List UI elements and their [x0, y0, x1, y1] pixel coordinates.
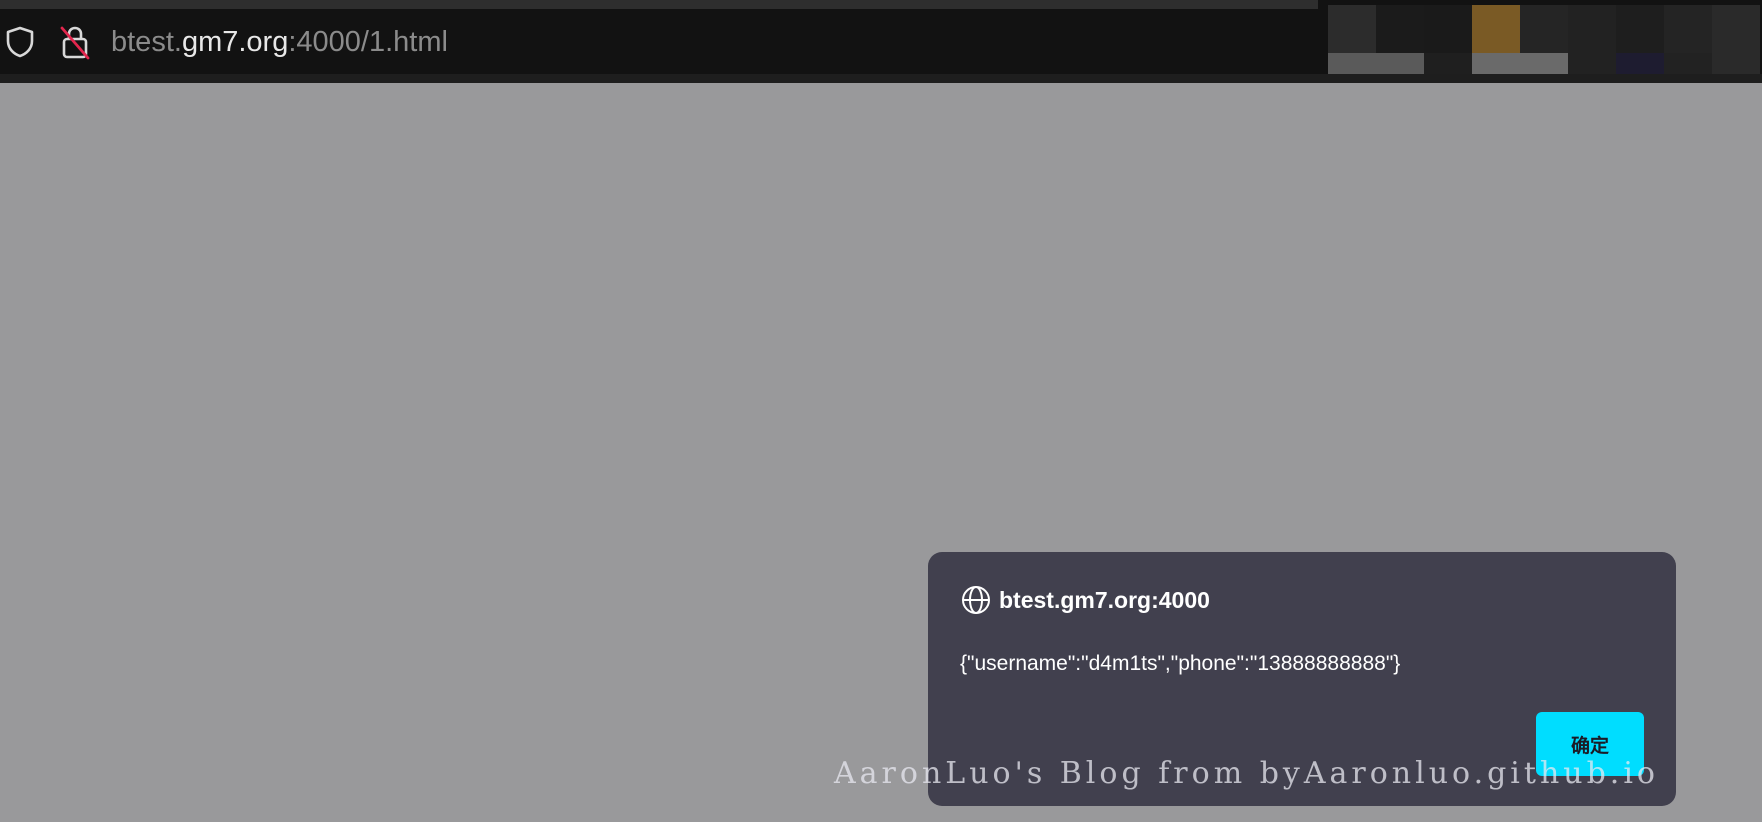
blurred-swatch — [1664, 5, 1712, 53]
dialog-origin: btest.gm7.org:4000 — [999, 586, 1210, 613]
blurred-swatch — [1328, 5, 1376, 53]
blurred-swatch — [1520, 5, 1568, 53]
blurred-swatch — [1376, 5, 1424, 53]
blurred-swatch — [1472, 5, 1520, 53]
globe-icon — [962, 586, 990, 614]
insecure-lock-icon[interactable] — [59, 24, 91, 60]
tab-strip-edge — [0, 0, 1318, 9]
blurred-toolbar-region — [1318, 0, 1762, 83]
shield-icon[interactable] — [4, 25, 36, 59]
url-prefix: btest. — [111, 26, 182, 58]
browser-toolbar: btest.gm7.org:4000/1.html — [0, 0, 1762, 83]
blurred-swatch — [1424, 5, 1472, 53]
url-suffix: :4000/1.html — [288, 26, 448, 58]
url-host: gm7.org — [181, 26, 289, 58]
dialog-header: btest.gm7.org:4000 — [961, 585, 1210, 615]
dialog-message: {"username":"d4m1ts","phone":"1388888888… — [960, 652, 1401, 675]
blurred-swatch — [1712, 5, 1760, 53]
address-bar[interactable]: btest.gm7.org:4000/1.html — [0, 12, 1318, 72]
blurred-swatch — [1616, 5, 1664, 53]
url-text[interactable]: btest.gm7.org:4000/1.html — [111, 25, 448, 59]
blurred-swatch — [1568, 5, 1616, 53]
watermark: AaronLuo's Blog from byAaronluo.github.i… — [834, 756, 1659, 791]
toolbar-divider — [0, 74, 1762, 83]
